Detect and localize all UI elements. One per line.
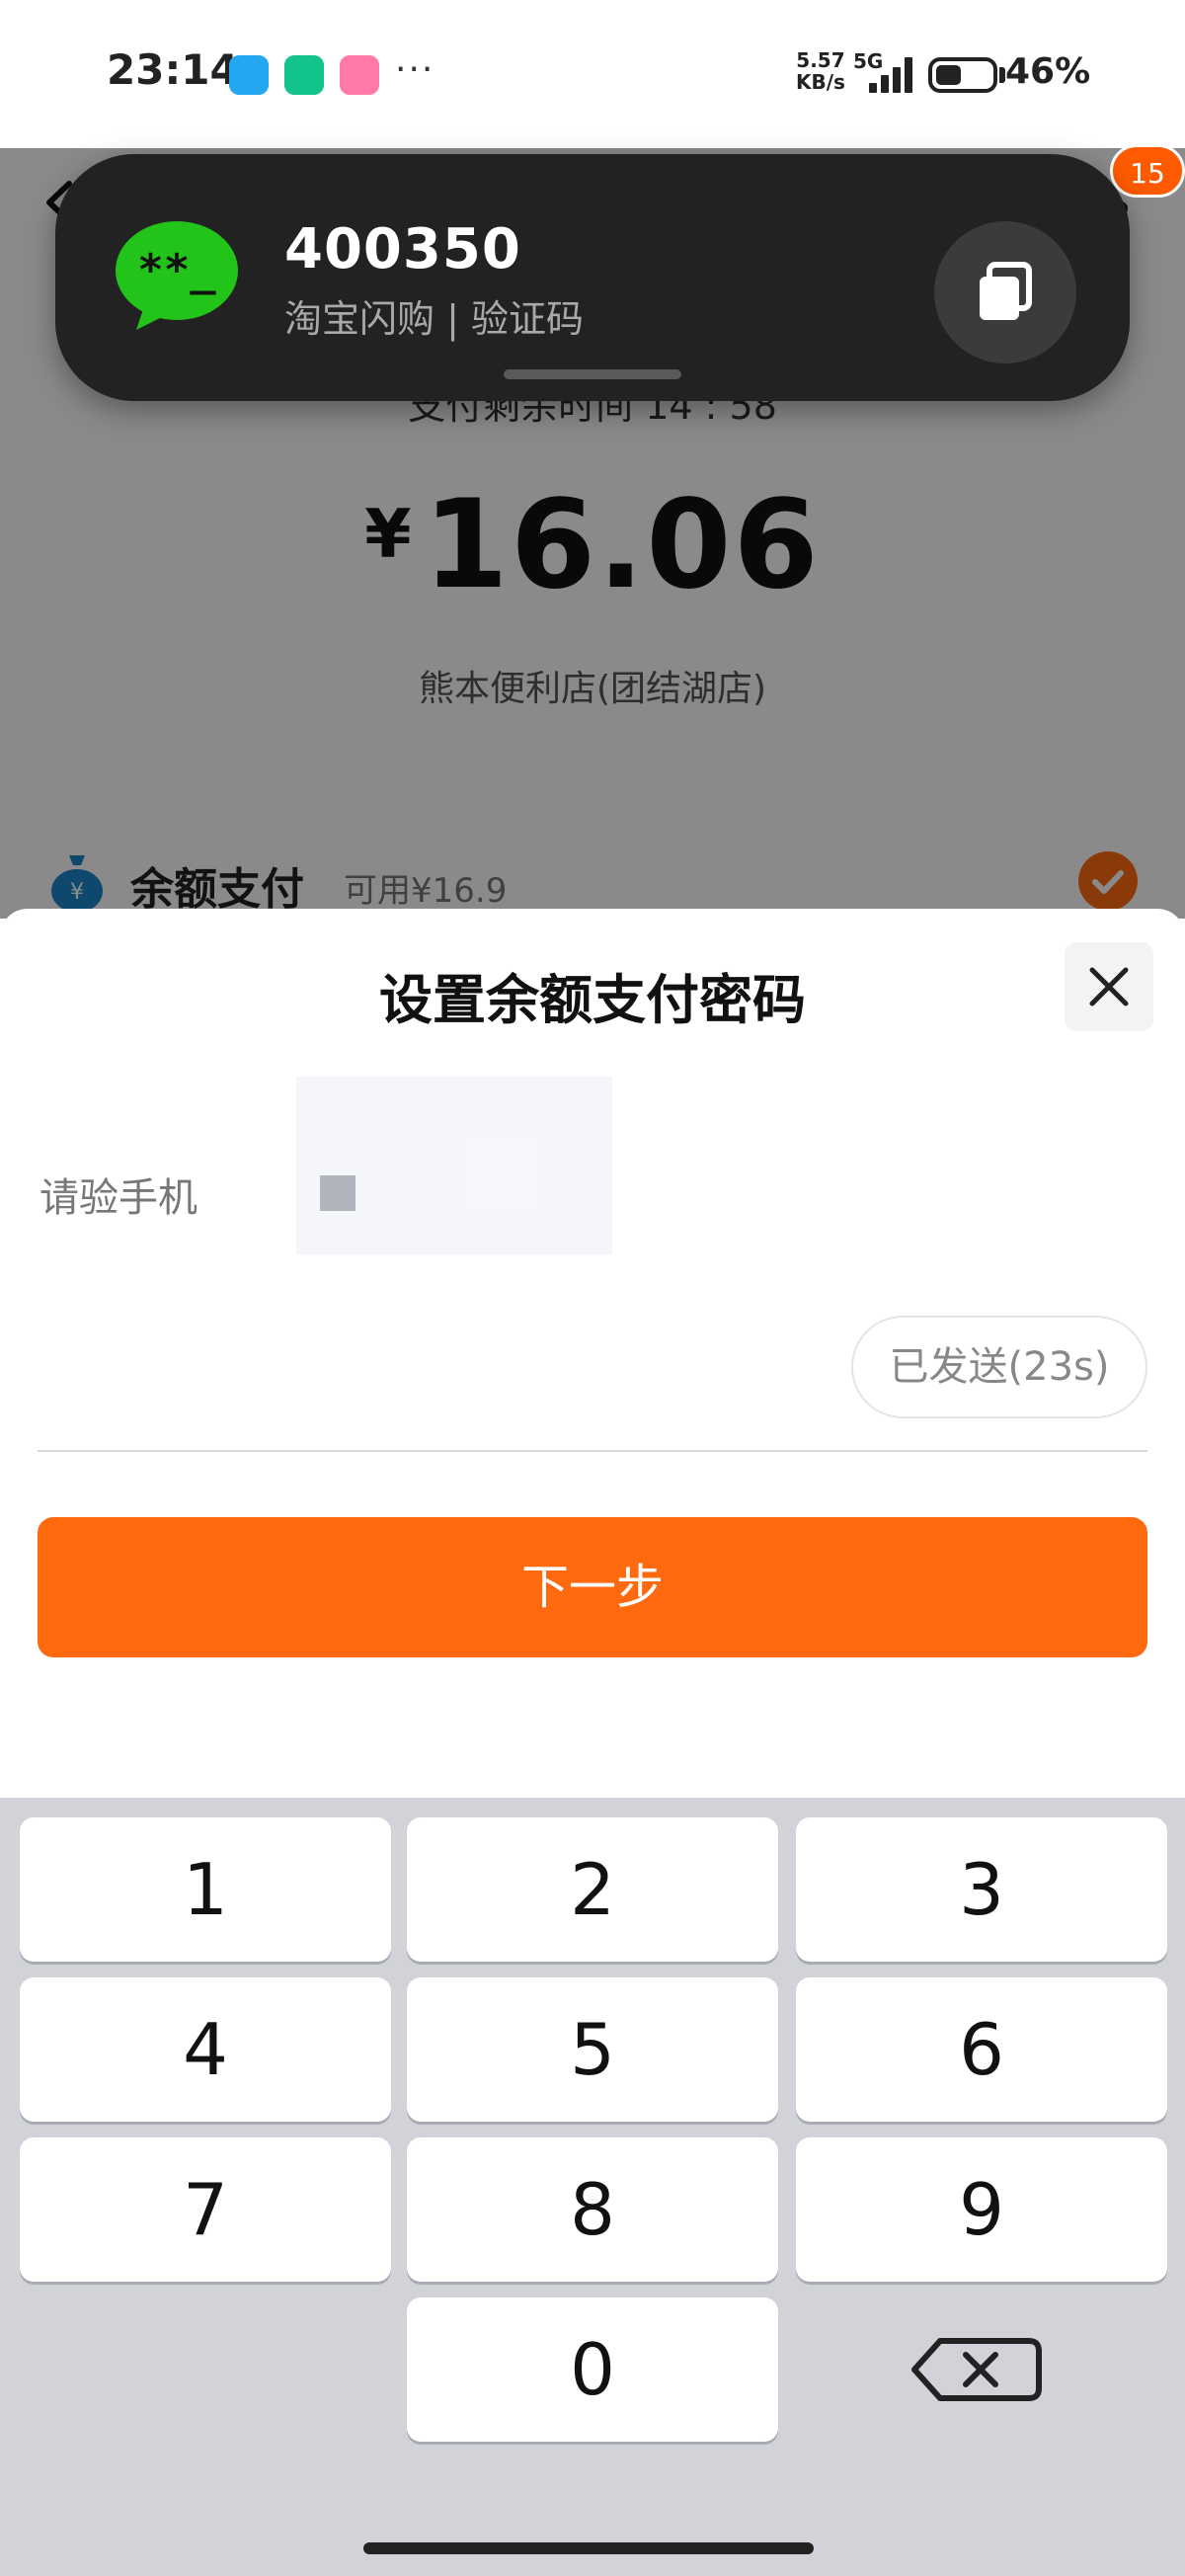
- close-button[interactable]: [1065, 942, 1153, 1031]
- key-8[interactable]: 8: [407, 2137, 778, 2282]
- backspace-icon: [911, 2338, 1042, 2401]
- home-indicator[interactable]: [363, 2542, 814, 2554]
- masked-area: [464, 1136, 543, 1215]
- key-2[interactable]: 2: [407, 1817, 778, 1962]
- numeric-keypad: 1 2 3 4 5 6 7 8 9 0: [0, 1798, 1185, 2576]
- app-icon-green: [284, 55, 324, 95]
- key-6[interactable]: 6: [796, 1977, 1167, 2122]
- copy-icon: [980, 262, 1032, 320]
- input-underline: [38, 1450, 1147, 1452]
- key-0[interactable]: 0: [407, 2297, 778, 2442]
- app-icon-pink: [340, 55, 379, 95]
- key-4[interactable]: 4: [20, 1977, 391, 2122]
- key-7[interactable]: 7: [20, 2137, 391, 2282]
- signal-icon: [869, 57, 918, 93]
- key-3[interactable]: 3: [796, 1817, 1167, 1962]
- sms-code-icon-text: **_: [137, 245, 216, 295]
- masked-digit: [320, 1175, 356, 1211]
- verify-phone-label: 请验手机: [40, 1175, 198, 1221]
- battery-fill: [936, 65, 961, 85]
- notification-badge: 15: [1110, 144, 1185, 198]
- net-speed-value: 5.57: [796, 48, 845, 72]
- next-step-button[interactable]: 下一步: [38, 1517, 1147, 1657]
- app-icon-blue: [229, 55, 269, 95]
- net-speed: 5.57 KB/s: [796, 49, 845, 93]
- status-bar: 23:14 ··· 5.57 KB/s 5G 46%: [0, 0, 1185, 148]
- resend-code-button[interactable]: 已发送(23s): [851, 1316, 1147, 1418]
- verification-code: 400350: [284, 217, 521, 282]
- sms-notification[interactable]: **_ 400350 淘宝闪购 | 验证码: [55, 154, 1130, 401]
- key-5[interactable]: 5: [407, 1977, 778, 2122]
- masked-area: [296, 1077, 612, 1254]
- notification-subtitle: 淘宝闪购 | 验证码: [284, 297, 584, 341]
- status-time: 23:14: [107, 45, 239, 94]
- key-1[interactable]: 1: [20, 1817, 391, 1962]
- delete-key[interactable]: [796, 2297, 1167, 2442]
- sheet-title: 设置余额支付密码: [379, 969, 806, 1031]
- battery-percent: 46%: [1005, 51, 1091, 92]
- copy-button[interactable]: [934, 221, 1076, 363]
- more-notifications-icon: ···: [395, 49, 435, 90]
- close-icon: [1089, 967, 1129, 1006]
- set-password-sheet: 设置余额支付密码 请验手机 已发送(23s) 下一步: [0, 909, 1185, 1798]
- key-9[interactable]: 9: [796, 2137, 1167, 2282]
- sms-code-icon: **_: [116, 221, 238, 330]
- notification-handle[interactable]: [504, 369, 681, 379]
- battery-icon: [928, 57, 997, 93]
- net-speed-unit: KB/s: [796, 70, 845, 94]
